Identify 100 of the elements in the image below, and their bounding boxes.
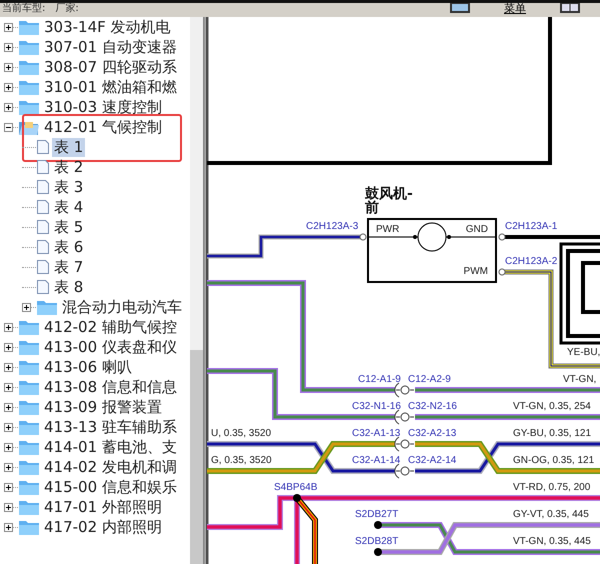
expand-icon[interactable] (22, 302, 31, 312)
pin-label: GND (466, 224, 488, 235)
tree-item[interactable]: 表 6 (52, 238, 86, 256)
folder-icon (18, 78, 40, 96)
folder-icon (18, 398, 40, 416)
tree-item[interactable]: 417-02 内部照明 (42, 518, 164, 536)
tree-item[interactable]: 412-01 气候控制 (42, 118, 164, 136)
tree-item[interactable]: 413-08 信息和信息 (42, 378, 179, 396)
wire-label: VT-GN, 0.35, 254 (513, 401, 591, 412)
tree-item[interactable]: 414-02 发电机和调 (42, 458, 179, 476)
folder-icon (18, 38, 40, 56)
page-icon (36, 199, 50, 215)
folder-icon (18, 378, 40, 396)
connector-label: S4BP64B (274, 482, 318, 493)
connector-label: C2H123A-3 (306, 221, 358, 232)
expand-icon[interactable] (4, 462, 13, 472)
expand-icon[interactable] (4, 102, 13, 112)
terminal-icon (498, 268, 506, 276)
expand-icon[interactable] (4, 482, 13, 492)
tree-item[interactable]: 308-07 四轮驱动系 (42, 58, 179, 76)
tree-item[interactable]: 414-01 蓄电池、支 (42, 438, 179, 456)
tree-item[interactable]: 表 1 (52, 138, 86, 156)
folder-icon (18, 518, 40, 536)
tree-item[interactable]: 表 8 (52, 278, 86, 296)
terminal-icon (498, 234, 506, 240)
expand-icon[interactable] (4, 522, 13, 532)
connector-symbol-icon (394, 410, 414, 424)
tree-item[interactable]: 310-01 燃油箱和燃 (42, 78, 179, 96)
tree-item[interactable]: 表 3 (52, 178, 86, 196)
splice-dot-icon (374, 548, 382, 556)
expand-icon[interactable] (4, 382, 13, 392)
connector-label: C32-N2-16 (408, 401, 457, 412)
tree-item[interactable]: 417-01 外部照明 (42, 498, 164, 516)
expand-icon[interactable] (4, 42, 13, 52)
folder-icon (18, 318, 40, 336)
page-icon (36, 279, 50, 295)
connector-label: S2DB28T (355, 536, 398, 547)
tree-item[interactable]: 表 7 (52, 258, 86, 276)
tree-item[interactable]: 413-13 驻车辅助系 (42, 418, 179, 436)
tree-item[interactable]: 415-00 信息和娱乐 (42, 478, 179, 496)
tree-item[interactable]: 307-01 自动变速器 (42, 38, 179, 56)
folder-icon (18, 338, 40, 356)
connector-label: C32-A1-13 (352, 428, 400, 439)
wire-label: GY-VT, 0.35, 445 (513, 509, 589, 520)
tree-item[interactable]: 表 4 (52, 198, 86, 216)
expand-icon[interactable] (4, 362, 13, 372)
tree-item[interactable]: 310-03 速度控制 (42, 98, 164, 116)
tree-item[interactable]: 413-09 报警装置 (42, 398, 164, 416)
expand-icon[interactable] (4, 442, 13, 452)
collapse-icon[interactable] (4, 122, 13, 132)
tree-item[interactable]: 413-00 仪表盘和仪 (42, 338, 179, 356)
splice-dot-icon (374, 521, 382, 529)
connector-label: C32-A1-14 (352, 455, 400, 466)
wire-label: VT-GN, (563, 374, 596, 385)
menu-link[interactable]: 菜单 (504, 3, 526, 15)
folder-icon (18, 438, 40, 456)
tree-item[interactable]: 表 2 (52, 158, 86, 176)
connector-symbol-icon (394, 382, 414, 398)
maker-label: 厂家: (55, 3, 79, 15)
page-icon (36, 159, 50, 175)
folder-icon (18, 478, 40, 496)
expand-icon[interactable] (4, 342, 13, 352)
pin-label: PWM (464, 266, 488, 277)
tree-item[interactable]: 表 5 (52, 218, 86, 236)
expand-icon[interactable] (4, 62, 13, 72)
tree-item[interactable]: 303-14F 发动机电 (42, 18, 173, 36)
wire-label: VT-RD, 0.75, 200 (513, 482, 590, 493)
folder-icon (36, 298, 58, 316)
connector-label: C32-A2-13 (408, 428, 456, 439)
wire-label: VT-GN, 0.35, 445 (513, 536, 591, 547)
connector-symbol-icon (394, 436, 414, 452)
expand-icon[interactable] (4, 502, 13, 512)
folder-icon (18, 418, 40, 436)
page-icon (36, 179, 50, 195)
folder-icon (18, 458, 40, 476)
expand-icon[interactable] (4, 22, 13, 32)
connector-label: C2H123A-2 (505, 256, 558, 267)
expand-icon[interactable] (4, 82, 13, 92)
page-icon (36, 219, 50, 235)
tree-item[interactable]: 412-02 辅助气候控 (42, 318, 179, 336)
pin-label: PWR (376, 224, 400, 235)
connector-label: C12-A2-9 (408, 374, 451, 385)
window-icon[interactable] (450, 3, 470, 13)
scrollbar-thumb[interactable] (190, 350, 203, 564)
tree-item[interactable]: 混合动力电动汽车 (60, 298, 184, 316)
expand-icon[interactable] (4, 322, 13, 332)
page-icon (36, 259, 50, 275)
expand-icon[interactable] (4, 402, 13, 412)
vehicle-label: 当前车型: (2, 3, 46, 15)
wire-label: G, 0.35, 3520 (211, 455, 272, 466)
folder-icon (18, 98, 40, 116)
expand-icon[interactable] (4, 422, 13, 432)
window-icon[interactable] (560, 3, 580, 13)
wire-label: YE-BU, (567, 347, 600, 358)
tree-item[interactable]: 413-06 喇叭 (42, 358, 134, 376)
wire-label: GN-OG, 0.35, 121 (513, 455, 594, 466)
page-icon (36, 239, 50, 255)
component-title: 鼓风机-前 (365, 187, 414, 215)
connector-label: C12-A1-9 (358, 374, 401, 385)
scrollbar[interactable] (190, 17, 205, 564)
